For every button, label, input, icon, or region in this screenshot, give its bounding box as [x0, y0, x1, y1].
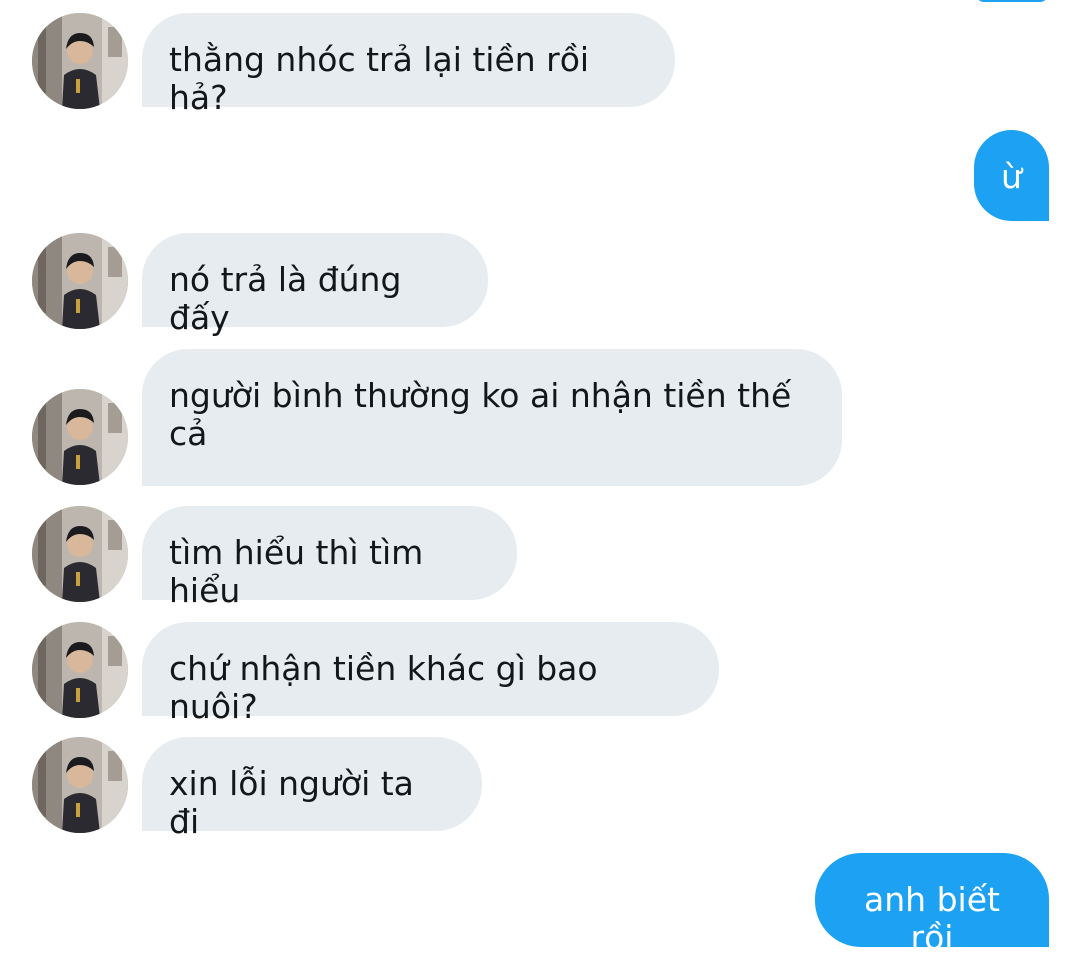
- chat-thread[interactable]: thằng nhóc trả lại tiền rồi hả? ừ nó trả…: [0, 0, 1080, 975]
- received-message[interactable]: chứ nhận tiền khác gì bao nuôi?: [142, 622, 719, 726]
- avatar-photo-icon: [32, 506, 128, 602]
- contact-avatar[interactable]: [32, 233, 128, 329]
- contact-avatar[interactable]: [32, 389, 128, 485]
- previous-sent-bubble-edge: [976, 0, 1048, 2]
- contact-avatar[interactable]: [32, 622, 128, 718]
- avatar-photo-icon: [32, 233, 128, 329]
- received-message[interactable]: xin lỗi người ta đi: [142, 737, 482, 841]
- received-message[interactable]: thằng nhóc trả lại tiền rồi hả?: [142, 13, 675, 117]
- avatar-photo-icon: [32, 622, 128, 718]
- sent-message[interactable]: ừ: [974, 130, 1049, 221]
- contact-avatar[interactable]: [32, 13, 128, 109]
- received-message[interactable]: tìm hiểu thì tìm hiểu: [142, 506, 517, 610]
- sent-message[interactable]: anh biết rồi: [815, 853, 1049, 957]
- avatar-photo-icon: [32, 13, 128, 109]
- contact-avatar[interactable]: [32, 506, 128, 602]
- avatar-photo-icon: [32, 389, 128, 485]
- received-message[interactable]: nó trả là đúng đấy: [142, 233, 488, 337]
- contact-avatar[interactable]: [32, 737, 128, 833]
- avatar-photo-icon: [32, 737, 128, 833]
- received-message[interactable]: người bình thường ko ai nhận tiền thế cả: [142, 349, 842, 486]
